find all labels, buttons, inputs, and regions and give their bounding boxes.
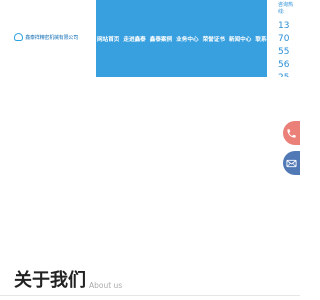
nav-item-contact[interactable]: 联系我们 xyxy=(255,35,277,43)
about-title: 关于我们 xyxy=(14,270,86,291)
mail-icon xyxy=(286,154,297,173)
phone-icon xyxy=(286,124,297,143)
page: 鑫泰祥精密机械有限公司 网站首页 走进鑫泰 鑫泰案例 业务中心 荣誉证书 新闻中… xyxy=(0,0,300,300)
nav-item-about[interactable]: 走进鑫泰 xyxy=(123,35,145,43)
logo-mark-icon xyxy=(14,33,24,41)
about-subtitle: About us xyxy=(89,281,123,290)
hotline: 咨询热线: 13705556255 xyxy=(278,0,300,77)
about-section-heading: 关于我们 About us xyxy=(14,270,122,292)
nav-item-business[interactable]: 业务中心 xyxy=(176,35,198,43)
logo-text: 鑫泰祥精密机械有限公司 xyxy=(25,34,78,41)
nav-item-home[interactable]: 网站首页 xyxy=(97,35,119,43)
nav-item-cases[interactable]: 鑫泰案例 xyxy=(150,35,172,43)
site-header: 鑫泰祥精密机械有限公司 网站首页 走进鑫泰 鑫泰案例 业务中心 荣誉证书 新闻中… xyxy=(0,0,300,77)
site-logo[interactable]: 鑫泰祥精密机械有限公司 xyxy=(14,31,78,43)
hotline-label: 咨询热线: xyxy=(278,2,294,15)
nav-item-news[interactable]: 新闻中心 xyxy=(229,35,251,43)
float-mail-button[interactable] xyxy=(283,151,300,175)
nav-item-honors[interactable]: 荣誉证书 xyxy=(203,35,225,43)
main-nav: 网站首页 走进鑫泰 鑫泰案例 业务中心 荣誉证书 新闻中心 联系我们 xyxy=(96,0,278,77)
hotline-number[interactable]: 13705556255 xyxy=(278,20,294,77)
section-divider xyxy=(0,295,300,296)
float-phone-button[interactable] xyxy=(283,121,300,145)
